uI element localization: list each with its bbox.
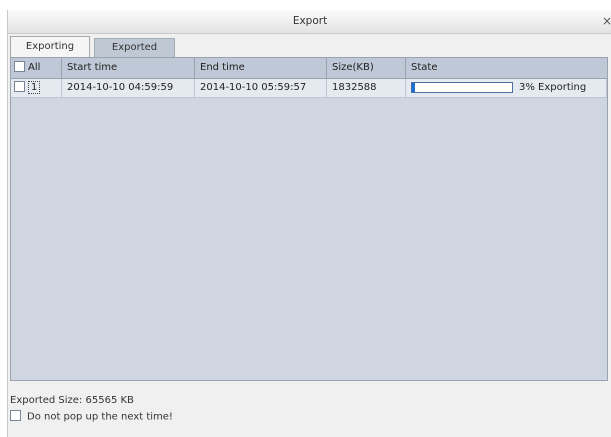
select-all-header[interactable]: All: [11, 58, 62, 78]
select-all-checkbox[interactable]: [14, 60, 25, 72]
dialog-title: Export: [292, 15, 328, 27]
header-start-time[interactable]: Start time: [62, 58, 195, 78]
export-progress-bar: [411, 82, 513, 93]
header-size[interactable]: Size(KB): [327, 58, 406, 78]
close-icon[interactable]: ×: [602, 14, 611, 28]
tab-exported[interactable]: Exported: [94, 38, 175, 57]
row-index: 1: [28, 81, 41, 94]
table-header: All Start time End time Size(KB) State: [11, 58, 607, 79]
header-state[interactable]: State: [406, 58, 607, 78]
dont-popup-checkbox[interactable]: [10, 410, 21, 421]
progress-fill: [412, 83, 415, 92]
title-bar[interactable]: Export ×: [8, 10, 611, 34]
exported-size-label: Exported Size: 65565 KB: [10, 395, 134, 406]
dont-popup-label: Do not pop up the next time!: [27, 411, 173, 423]
dont-popup-option[interactable]: Do not pop up the next time!: [10, 410, 173, 423]
row-checkbox[interactable]: [14, 80, 25, 92]
row-select-cell[interactable]: 1: [11, 79, 62, 97]
row-state: 3% Exporting: [406, 79, 607, 97]
header-end-time[interactable]: End time: [195, 58, 327, 78]
row-size: 1832588: [327, 79, 406, 97]
tab-exporting[interactable]: Exporting: [10, 36, 90, 57]
export-list-panel: All Start time End time Size(KB) State 1…: [10, 57, 608, 381]
table-row[interactable]: 1 2014-10-10 04:59:59 2014-10-10 05:59:5…: [11, 79, 607, 98]
row-end-time: 2014-10-10 05:59:57: [195, 79, 327, 97]
select-all-label: All: [28, 62, 41, 73]
state-label: 3% Exporting: [519, 82, 587, 93]
row-start-time: 2014-10-10 04:59:59: [62, 79, 195, 97]
